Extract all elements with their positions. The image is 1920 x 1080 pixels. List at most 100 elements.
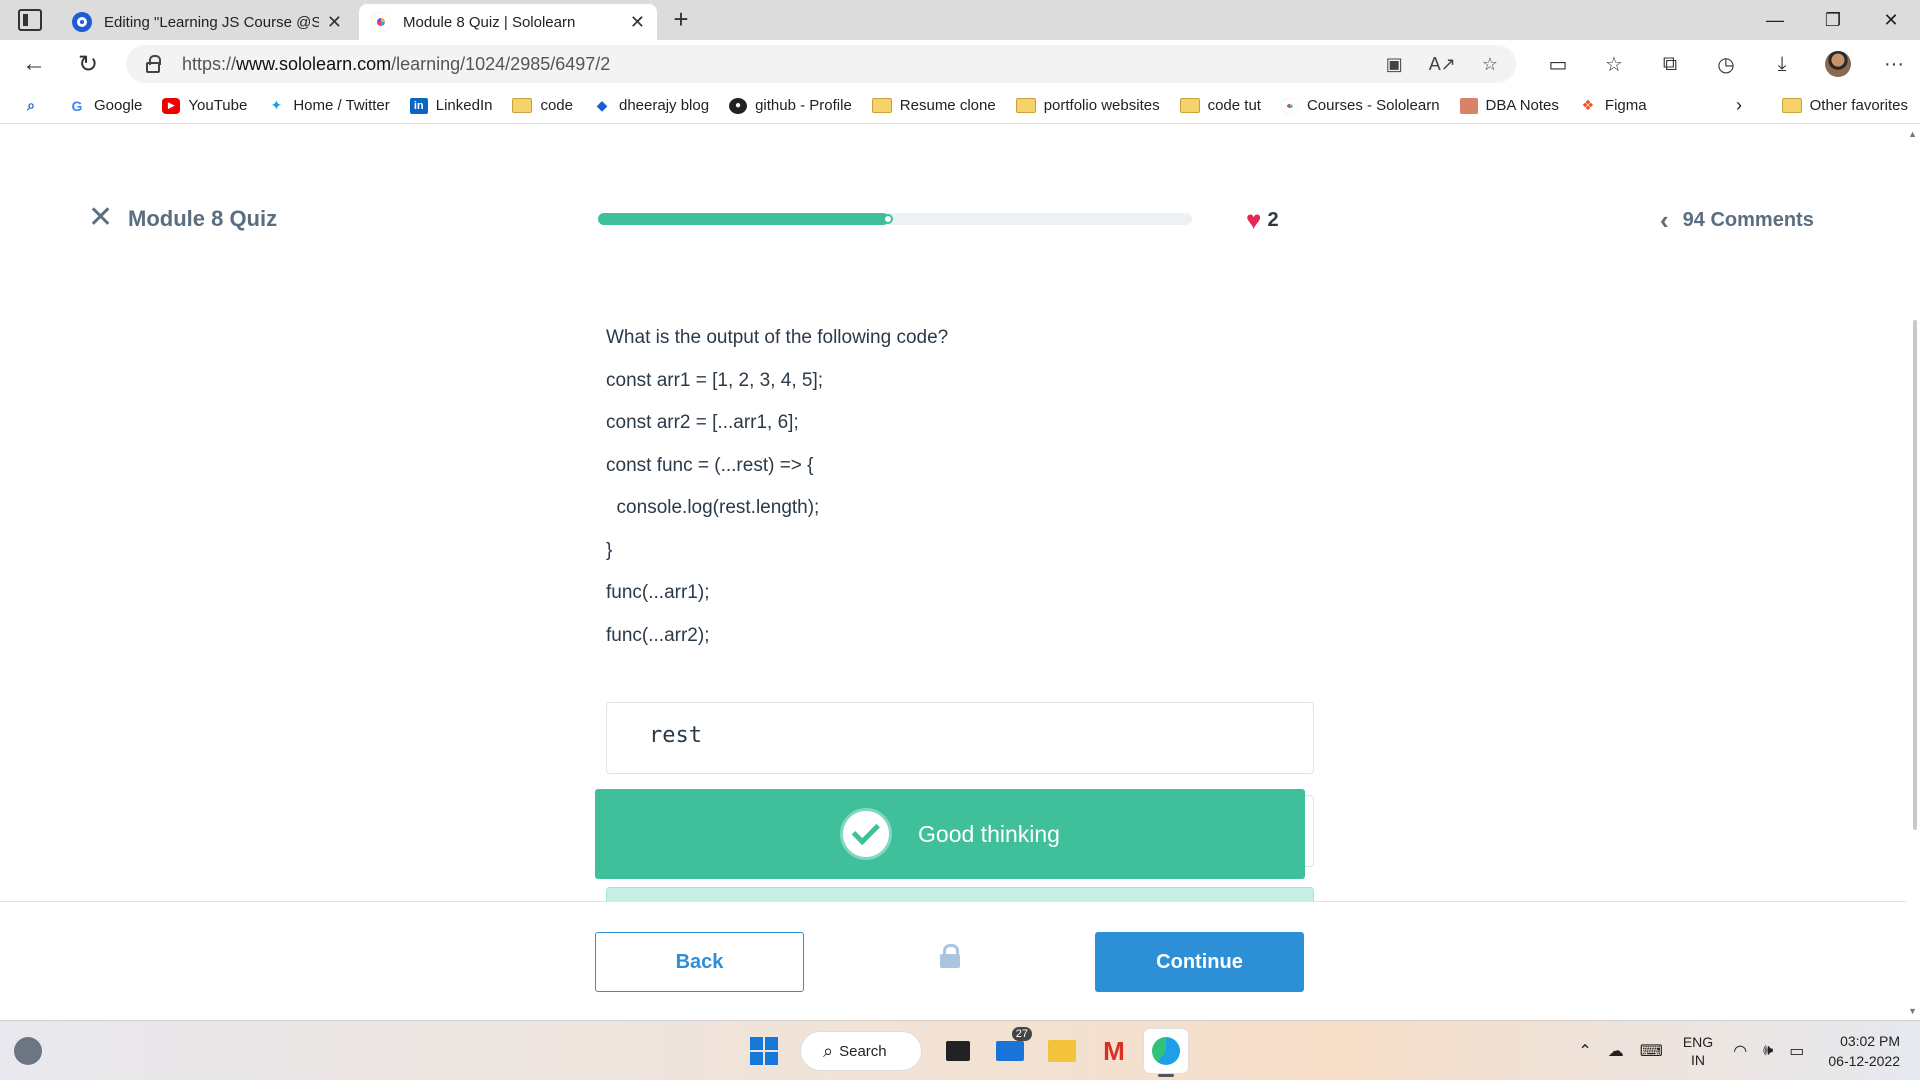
tab-module-quiz[interactable]: Module 8 Quiz | Sololearn ✕ — [359, 4, 657, 40]
task-view-icon[interactable] — [936, 1029, 980, 1073]
close-quiz-icon[interactable]: ✕ — [88, 203, 113, 233]
downloads-icon[interactable]: ⤓ — [1754, 48, 1810, 80]
bookmark-code-tut[interactable]: code tut — [1179, 97, 1261, 114]
url-text[interactable]: https://www.sololearn.com/learning/1024/… — [182, 54, 610, 75]
heart-icon: ♥ — [1246, 205, 1262, 235]
tab-title: Editing "Learning JS Course @Sc — [104, 13, 319, 31]
question-line: console.log(rest.length); — [606, 497, 820, 518]
bookmark-linkedin[interactable]: in LinkedIn — [409, 97, 492, 114]
question-line: const arr1 = [1, 2, 3, 4, 5]; — [606, 369, 824, 391]
bookmark-youtube[interactable]: ▶ YouTube — [162, 97, 247, 114]
onedrive-icon[interactable]: ☁ — [1608, 1041, 1624, 1061]
more-menu-icon[interactable]: ··· — [1866, 48, 1920, 80]
tab-close-icon[interactable]: ✕ — [630, 12, 645, 33]
new-tab-icon[interactable]: + — [666, 4, 696, 35]
comments-count: 94 Comments — [1682, 208, 1814, 231]
question-line: } — [606, 539, 613, 561]
file-explorer-icon[interactable] — [1040, 1029, 1084, 1073]
scroll-down-icon[interactable]: ▼ — [1908, 1006, 1917, 1016]
folder-icon — [1179, 98, 1200, 113]
notes-icon — [1459, 97, 1478, 114]
youtube-icon: ▶ — [162, 97, 181, 114]
question-line: const arr2 = [...arr1, 6]; — [606, 412, 799, 433]
read-aloud-icon[interactable]: A↗ — [1429, 54, 1456, 75]
bookmark-dba-notes[interactable]: DBA Notes — [1459, 97, 1559, 114]
browser-navbar: ← ↻ https://www.sololearn.com/learning/1… — [0, 40, 1920, 88]
show-hidden-icons-icon[interactable]: ⌃ — [1578, 1041, 1591, 1061]
clipboard-blocked-icon[interactable]: ▣ — [1386, 54, 1403, 75]
volume-icon[interactable]: 🕪 — [1763, 1042, 1773, 1060]
scroll-up-icon[interactable]: ▲ — [1908, 129, 1917, 139]
continue-button[interactable]: Continue — [1095, 932, 1304, 992]
question-line: What is the output of the following code… — [606, 327, 949, 348]
folder-icon — [1781, 98, 1802, 113]
add-favorite-icon[interactable]: ☆ — [1482, 54, 1498, 75]
comments-link[interactable]: ‹ 94 Comments — [1660, 207, 1814, 233]
windows-logo-icon — [750, 1037, 778, 1065]
tab-actions-icon[interactable] — [18, 9, 42, 31]
taskbar-apps: ⌕ Search 27 M — [738, 1027, 1192, 1077]
bookmark-figma[interactable]: ❖ Figma — [1579, 97, 1647, 114]
bookmark-resume-clone[interactable]: Resume clone — [871, 97, 996, 114]
scrollbar-thumb[interactable] — [1913, 320, 1917, 830]
lock-icon[interactable] — [146, 54, 161, 73]
collections-icon[interactable]: ⧉ — [1642, 48, 1698, 80]
lock-icon — [940, 944, 960, 968]
tab-close-icon[interactable]: ✕ — [327, 12, 342, 33]
folder-icon — [1015, 98, 1036, 113]
profile-avatar[interactable] — [1825, 51, 1851, 77]
check-circle-icon — [840, 808, 893, 860]
edge-browser-icon[interactable] — [1144, 1029, 1188, 1077]
google-icon: G — [71, 97, 83, 114]
weather-icon[interactable] — [14, 1037, 42, 1065]
taskbar-search[interactable]: ⌕ Search — [800, 1031, 922, 1071]
sololearn-favicon-icon — [371, 12, 391, 32]
bookmark-courses-sololearn[interactable]: Courses - Sololearn — [1280, 97, 1440, 114]
question-line: func(...arr1); — [606, 582, 710, 603]
restore-icon[interactable]: ❐ — [1804, 0, 1862, 40]
window-controls: — ❐ ✕ — [1746, 0, 1920, 40]
tab-title: Module 8 Quiz | Sololearn — [403, 13, 576, 31]
tab-favicon-icon — [72, 12, 92, 32]
bookmark-github[interactable]: ● github - Profile — [729, 97, 852, 114]
browser-tab-bar: Editing "Learning JS Course @Sc ✕ Module… — [0, 0, 1920, 40]
favorites-icon[interactable]: ☆ — [1586, 48, 1642, 80]
gmail-icon[interactable]: M — [1092, 1029, 1136, 1073]
back-arrow-icon[interactable]: ← — [18, 48, 50, 80]
bookmark-search-icon[interactable]: ⌕ — [22, 97, 48, 114]
back-button[interactable]: Back — [595, 932, 804, 992]
bookmark-google[interactable]: G Google — [68, 97, 143, 114]
answer-option[interactable]: rest — [606, 702, 1314, 774]
start-button[interactable] — [742, 1029, 786, 1073]
bookmark-twitter[interactable]: ✦ Home / Twitter — [267, 97, 389, 114]
battery-icon[interactable]: ▭ — [1789, 1041, 1804, 1061]
question-text: What is the output of the following code… — [606, 317, 1306, 657]
bookmark-portfolio-websites[interactable]: portfolio websites — [1015, 97, 1160, 114]
tab-editing-course[interactable]: Editing "Learning JS Course @Sc ✕ — [60, 4, 354, 40]
keyboard-icon[interactable]: ⌨ — [1640, 1041, 1663, 1061]
blog-icon: ◆ — [596, 97, 608, 113]
feedback-banner: Good thinking — [595, 789, 1305, 879]
close-window-icon[interactable]: ✕ — [1862, 0, 1920, 40]
bookmark-dheerajy-blog[interactable]: ◆ dheerajy blog — [593, 97, 709, 114]
cast-icon[interactable]: ▭ — [1530, 48, 1586, 80]
wifi-icon[interactable]: ◠ — [1733, 1041, 1747, 1061]
github-icon: ● — [729, 97, 748, 114]
bookmark-other-favorites[interactable]: Other favorites — [1781, 97, 1908, 114]
quiz-header: ✕ Module 8 Quiz ♥ 2 ‹ 94 Comments — [0, 125, 1906, 255]
figma-icon: ❖ — [1581, 97, 1595, 113]
bookmarks-overflow-icon[interactable]: › — [1736, 95, 1742, 116]
history-icon[interactable]: ◷ — [1698, 48, 1754, 80]
minimize-icon[interactable]: — — [1746, 0, 1804, 40]
clock[interactable]: 03:02 PM 06-12-2022 — [1828, 1031, 1900, 1071]
quiz-page: ✕ Module 8 Quiz ♥ 2 ‹ 94 Comments What i… — [0, 125, 1920, 1020]
mail-icon[interactable]: 27 — [988, 1027, 1032, 1073]
page-scrollbar[interactable]: ▲ ▼ — [1906, 125, 1920, 1020]
refresh-icon[interactable]: ↻ — [72, 48, 104, 80]
address-bar[interactable]: https://www.sololearn.com/learning/1024/… — [126, 45, 1516, 83]
mail-badge: 27 — [1011, 1027, 1032, 1041]
bookmark-code[interactable]: code — [512, 97, 573, 114]
bookmarks-bar: ⌕ G Google ▶ YouTube ✦ Home / Twitter in Lin… — [0, 88, 1920, 124]
taskbar-search-label: Search — [839, 1042, 887, 1060]
language-indicator[interactable]: ENG IN — [1683, 1033, 1713, 1069]
